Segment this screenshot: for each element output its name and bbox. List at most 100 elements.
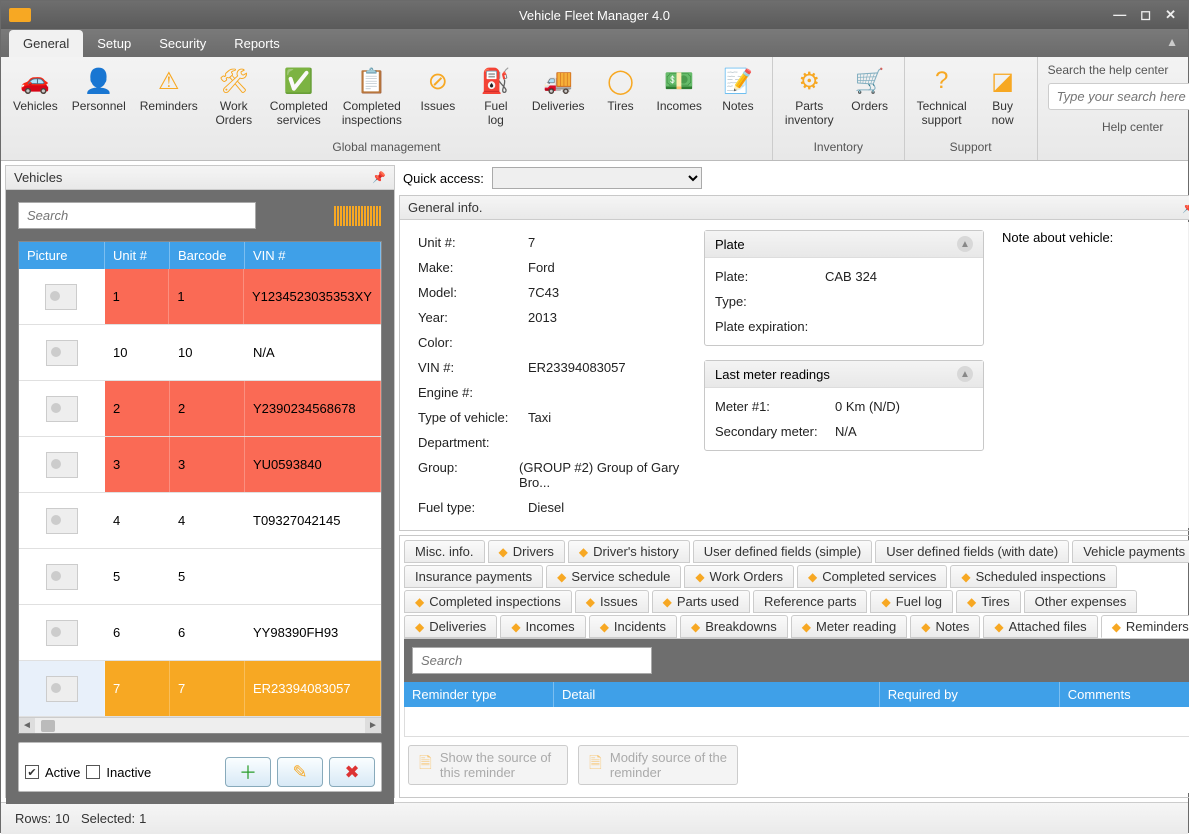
ribbon-technical-support[interactable]: ?Technicalsupport <box>911 61 973 132</box>
help-search-label: Search the help center <box>1048 63 1189 77</box>
ribbon-item-label: Partsinventory <box>785 99 834 128</box>
pin-icon[interactable]: 📌 <box>1182 201 1189 214</box>
col-required-by[interactable]: Required by <box>880 682 1060 707</box>
tab-meter-reading[interactable]: ◆Meter reading <box>791 615 907 638</box>
rows-value: 10 <box>55 811 69 826</box>
tab-other-expenses[interactable]: Other expenses <box>1024 590 1138 613</box>
tab-deliveries[interactable]: ◆Deliveries <box>404 615 497 638</box>
quick-access-select[interactable] <box>492 167 702 189</box>
inactive-checkbox[interactable] <box>86 765 100 779</box>
tab-label: Attached files <box>1009 619 1087 634</box>
table-row[interactable]: 44T09327042145 <box>19 493 381 549</box>
ribbon-deliveries[interactable]: 🚚Deliveries <box>526 61 591 117</box>
active-checkbox[interactable]: ✔ <box>25 765 39 779</box>
tab-setup[interactable]: Setup <box>83 30 145 57</box>
ribbon-issues[interactable]: ⊘Issues <box>410 61 466 117</box>
table-row[interactable]: 11Y1234523035353XY <box>19 269 381 325</box>
table-row[interactable]: 55 <box>19 549 381 605</box>
show-source-button[interactable]: 🗎Show the source of this reminder <box>408 745 568 785</box>
ribbon-vehicles[interactable]: 🚗Vehicles <box>7 61 64 117</box>
table-row[interactable]: 33YU0593840 <box>19 437 381 493</box>
edit-button[interactable]: ✎ <box>277 757 323 787</box>
delete-button[interactable]: ✖ <box>329 757 375 787</box>
note-label: Note about vehicle: <box>1002 230 1113 245</box>
table-row[interactable]: 66YY98390FH93 <box>19 605 381 661</box>
minimize-button[interactable]: — <box>1113 7 1126 23</box>
tab-insurance-payments[interactable]: Insurance payments <box>404 565 543 588</box>
horizontal-scrollbar[interactable]: ◄► <box>19 717 381 733</box>
ribbon-collapse-icon[interactable]: ▲ <box>1166 35 1178 49</box>
reminders-icon: ⚠ <box>153 65 185 97</box>
ribbon-tires[interactable]: ◯Tires <box>593 61 649 117</box>
col-picture[interactable]: Picture <box>19 242 105 269</box>
label: Type: <box>715 294 825 309</box>
table-row[interactable]: 77ER23394083057 <box>19 661 381 717</box>
tab-fuel-log[interactable]: ◆Fuel log <box>870 590 952 613</box>
modify-source-button[interactable]: 🗎Modify source of the reminder <box>578 745 738 785</box>
tab-parts-used[interactable]: ◆Parts used <box>652 590 750 613</box>
tab-attached-files[interactable]: ◆Attached files <box>983 615 1097 638</box>
ribbon-work-orders[interactable]: 🛠WorkOrders <box>206 61 262 132</box>
tab-service-schedule[interactable]: ◆Service schedule <box>546 565 681 588</box>
ribbon-incomes[interactable]: 💵Incomes <box>651 61 708 117</box>
tab-notes[interactable]: ◆Notes <box>910 615 980 638</box>
col-comments[interactable]: Comments <box>1060 682 1189 707</box>
vehicles-search-input[interactable] <box>18 202 256 229</box>
tab-scheduled-inspections[interactable]: ◆Scheduled inspections <box>950 565 1116 588</box>
ribbon-orders[interactable]: 🛒Orders <box>842 61 898 117</box>
ribbon-completed-services[interactable]: ✅Completedservices <box>264 61 334 132</box>
fuel-log-icon: ⛽ <box>480 65 512 97</box>
tab-issues[interactable]: ◆Issues <box>575 590 649 613</box>
tab-drivers[interactable]: ◆Drivers <box>488 540 565 563</box>
table-row[interactable]: 1010N/A <box>19 325 381 381</box>
col-vin[interactable]: VIN # <box>245 242 381 269</box>
tab-tires[interactable]: ◆Tires <box>956 590 1021 613</box>
tab-incidents[interactable]: ◆Incidents <box>589 615 677 638</box>
cell-vin: ER23394083057 <box>245 661 381 716</box>
ribbon-fuel-log[interactable]: ⛽Fuellog <box>468 61 524 132</box>
ribbon-completed-inspections[interactable]: 📋Completedinspections <box>336 61 408 132</box>
collapse-icon[interactable]: ▲ <box>957 366 973 382</box>
ribbon-personnel[interactable]: 👤Personnel <box>66 61 132 117</box>
tab-reference-parts[interactable]: Reference parts <box>753 590 868 613</box>
cell-barcode: 4 <box>170 493 245 548</box>
col-detail[interactable]: Detail <box>554 682 880 707</box>
tab-misc-info-[interactable]: Misc. info. <box>404 540 485 563</box>
col-reminder-type[interactable]: Reminder type <box>404 682 554 707</box>
add-button[interactable]: ＋ <box>225 757 271 787</box>
ribbon-parts-inventory[interactable]: ⚙Partsinventory <box>779 61 840 132</box>
document-icon: 🗎 <box>419 752 432 779</box>
pin-icon[interactable]: 📌 <box>372 171 386 184</box>
tab-completed-inspections[interactable]: ◆Completed inspections <box>404 590 572 613</box>
tab-incomes[interactable]: ◆Incomes <box>500 615 585 638</box>
ribbon-reminders[interactable]: ⚠Reminders <box>134 61 204 117</box>
tab-completed-services[interactable]: ◆Completed services <box>797 565 947 588</box>
table-row[interactable]: 22Y2390234568678 <box>19 381 381 437</box>
issues-icon: ⊘ <box>422 65 454 97</box>
tab-general[interactable]: General <box>9 30 83 57</box>
col-unit[interactable]: Unit # <box>105 242 170 269</box>
quick-access-label: Quick access: <box>403 171 484 186</box>
tab-work-orders[interactable]: ◆Work Orders <box>684 565 794 588</box>
selected-label: Selected: <box>81 811 135 826</box>
barcode-icon[interactable] <box>334 206 382 226</box>
collapse-icon[interactable]: ▲ <box>957 236 973 252</box>
tab-label: Scheduled inspections <box>976 569 1106 584</box>
tab-vehicle-payments[interactable]: Vehicle payments <box>1072 540 1189 563</box>
ribbon-notes[interactable]: 📝Notes <box>710 61 766 117</box>
tab-user-defined-fields-with-date-[interactable]: User defined fields (with date) <box>875 540 1069 563</box>
tab-reminders[interactable]: ◆Reminders <box>1101 615 1189 638</box>
reminders-search-input[interactable] <box>412 647 652 674</box>
cell-picture <box>19 493 105 548</box>
cell-picture <box>19 605 105 660</box>
tab-reports[interactable]: Reports <box>220 30 294 57</box>
tab-driver-s-history[interactable]: ◆Driver's history <box>568 540 690 563</box>
maximize-button[interactable]: ◻ <box>1140 7 1151 23</box>
help-search-input[interactable] <box>1048 83 1189 110</box>
tab-security[interactable]: Security <box>145 30 220 57</box>
tab-user-defined-fields-simple-[interactable]: User defined fields (simple) <box>693 540 873 563</box>
ribbon-buy-now[interactable]: ◪Buynow <box>975 61 1031 132</box>
tab-breakdowns[interactable]: ◆Breakdowns <box>680 615 788 638</box>
close-button[interactable]: ✕ <box>1165 7 1176 23</box>
col-barcode[interactable]: Barcode <box>170 242 245 269</box>
